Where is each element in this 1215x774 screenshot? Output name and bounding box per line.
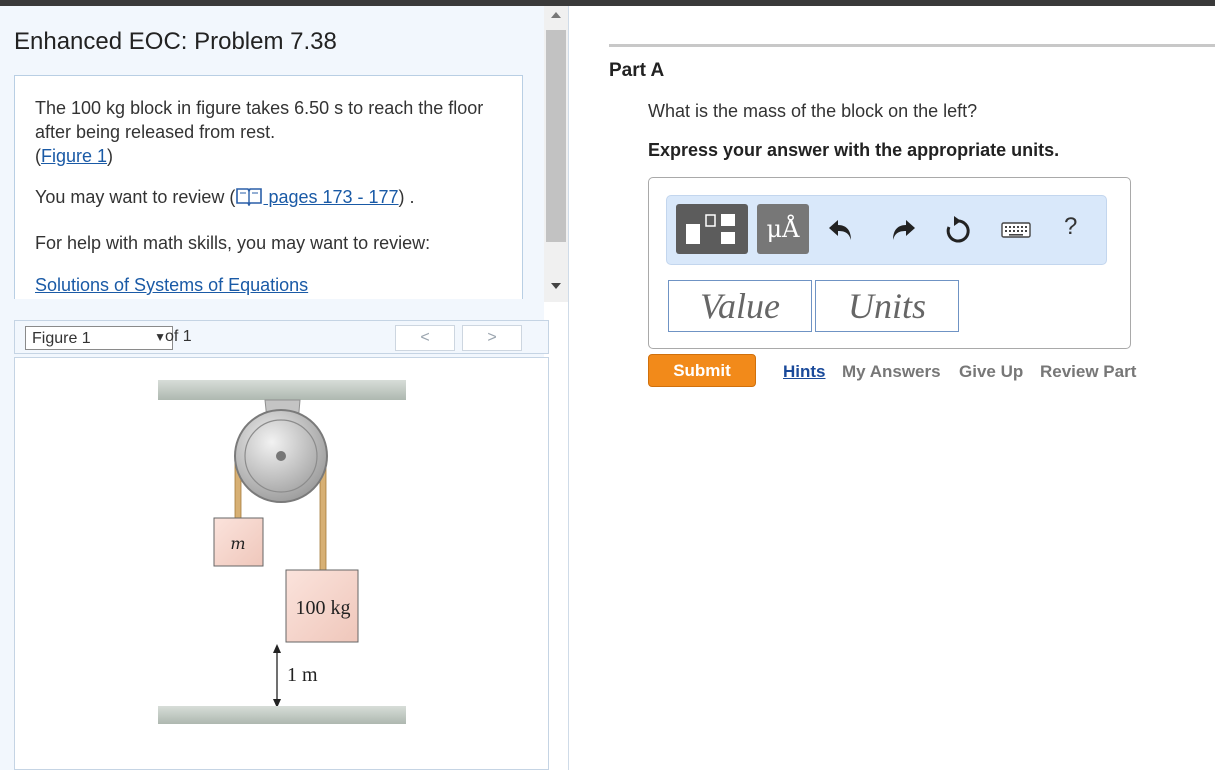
review-part-link[interactable]: Review Part — [1040, 362, 1136, 382]
statement-text: The 100 kg block in figure takes 6.50 s … — [35, 98, 484, 142]
part-divider — [609, 44, 1215, 47]
templates-button[interactable] — [676, 204, 748, 254]
my-answers-link[interactable]: My Answers — [842, 362, 941, 382]
reset-icon[interactable] — [942, 214, 974, 246]
math-toolbar: μÅ ? — [666, 195, 1107, 265]
problem-title: Enhanced EOC: Problem 7.38 — [14, 28, 337, 55]
units-button[interactable]: μÅ — [757, 204, 809, 254]
give-up-link[interactable]: Give Up — [959, 362, 1023, 382]
redo-icon[interactable] — [887, 214, 919, 246]
block-right-label: 100 kg — [296, 597, 351, 619]
pulley-diagram: m 100 kg 1 m — [158, 380, 406, 724]
instruction-text: Express your answer with the appropriate… — [648, 140, 1060, 160]
previous-figure-button[interactable]: < — [395, 325, 455, 351]
panel-divider — [568, 6, 569, 770]
figure-link[interactable]: Figure 1 — [41, 146, 107, 166]
templates-icon — [686, 214, 735, 244]
figure-select[interactable]: Figure 1 ▼ — [25, 326, 173, 350]
next-figure-button[interactable]: > — [462, 325, 522, 351]
math-help-text: For help with math skills, you may want … — [35, 233, 431, 253]
review-pages-link[interactable]: pages 173 - 177 — [235, 187, 399, 207]
value-input[interactable]: Value — [668, 280, 812, 332]
figure-area: m 100 kg 1 m — [14, 357, 549, 770]
problem-statement: The 100 kg block in figure takes 6.50 s … — [35, 98, 484, 166]
ceiling — [158, 380, 406, 400]
pulley-axle — [276, 451, 286, 461]
floor — [158, 706, 406, 724]
review-line: You may want to review ( pages 173 - 177… — [35, 187, 415, 207]
submit-button[interactable]: Submit — [648, 354, 756, 387]
keyboard-icon[interactable] — [1000, 214, 1032, 246]
block-left-label: m — [230, 534, 245, 553]
question-text: What is the mass of the block on the lef… — [648, 101, 978, 121]
problem-statement-box: The 100 kg block in figure takes 6.50 s … — [14, 75, 523, 299]
scroll-up-arrow-icon[interactable] — [551, 12, 561, 18]
units-input[interactable]: Units — [815, 280, 959, 332]
scroll-thumb[interactable] — [546, 30, 566, 242]
systems-of-equations-link[interactable]: Solutions of Systems of Equations — [35, 275, 308, 295]
answer-box: μÅ ? Value Units — [648, 177, 1131, 349]
scroll-down-arrow-icon[interactable] — [551, 283, 561, 289]
book-icon — [236, 188, 263, 206]
figure-toolbar: Figure 1 ▼ of 1 < > — [14, 320, 549, 354]
undo-icon[interactable] — [825, 214, 857, 246]
part-title: Part A — [609, 60, 665, 81]
help-icon[interactable]: ? — [1064, 213, 1077, 241]
height-label: 1 m — [287, 664, 318, 686]
hints-link[interactable]: Hints — [783, 362, 826, 382]
figure-count: of 1 — [165, 328, 192, 345]
